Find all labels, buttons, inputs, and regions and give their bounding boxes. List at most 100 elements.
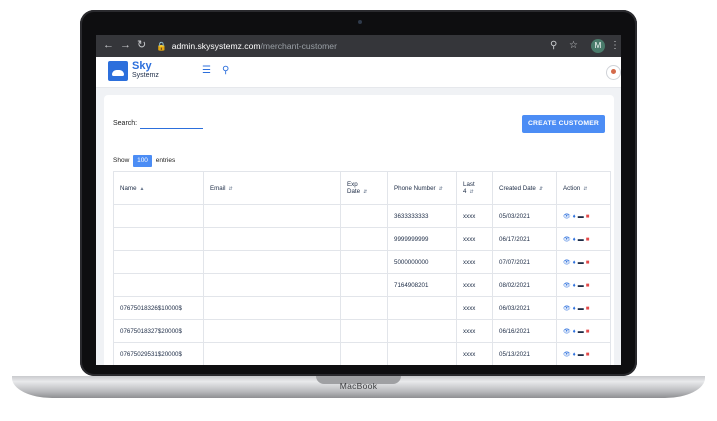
cell-last4: xxxx xyxy=(456,204,493,228)
card-icon[interactable]: ▬ xyxy=(578,260,584,266)
bell-icon[interactable]: ♦ xyxy=(573,260,576,266)
cell-phone: 9999999999 xyxy=(387,227,457,251)
view-eye-icon[interactable]: 👁 xyxy=(563,236,571,243)
url-domain: admin.skysystemz.com xyxy=(171,41,261,51)
search-input[interactable] xyxy=(140,128,203,129)
browser-toolbar: ← → ↻ 🔒 admin.skysystemz.com/merchant-cus… xyxy=(96,35,621,57)
table-row: 07675018326$10000$ xxxx 06/03/2021 👁 ♦ ▬ ■ xyxy=(113,296,611,320)
customers-table: Name ▲ Email ⇵ Exp Date ⇵ Phone Number ⇵ Last… xyxy=(113,171,611,365)
card-icon[interactable]: ▬ xyxy=(578,329,584,335)
back-arrow-icon[interactable]: ← xyxy=(103,39,114,52)
col-action[interactable]: Action ⇵ xyxy=(556,171,611,205)
url-path: /merchant-customer xyxy=(260,41,337,51)
delete-trash-icon[interactable]: ■ xyxy=(586,237,590,243)
cell-actions: 👁 ♦ ▬ ■ xyxy=(556,342,611,365)
delete-trash-icon[interactable]: ■ xyxy=(586,283,590,289)
card-icon[interactable]: ▬ xyxy=(578,237,584,243)
cell-email xyxy=(203,227,341,251)
col-last4[interactable]: Last 4 ⇵ xyxy=(456,171,493,205)
cell-phone xyxy=(387,296,457,320)
camera-icon xyxy=(358,20,362,24)
cell-created-date: 06/03/2021 xyxy=(492,296,557,320)
entries-select[interactable]: 100 xyxy=(133,155,152,167)
col-created-date[interactable]: Created Date ⇵ xyxy=(492,171,557,205)
entries-length-control: Show 100 entries xyxy=(113,155,175,167)
laptop-screen: ← → ↻ 🔒 admin.skysystemz.com/merchant-cus… xyxy=(96,35,621,365)
cell-name: 07675018326$10000$ xyxy=(113,296,204,320)
view-eye-icon[interactable]: 👁 xyxy=(563,351,571,358)
table-header-row: Name ▲ Email ⇵ Exp Date ⇵ Phone Number ⇵ Last… xyxy=(113,171,611,205)
col-phone[interactable]: Phone Number ⇵ xyxy=(387,171,457,205)
col-name[interactable]: Name ▲ xyxy=(113,171,204,205)
cell-phone: 5000000000 xyxy=(387,250,457,274)
sort-icon: ⇵ xyxy=(583,185,588,192)
cell-phone: 7164908201 xyxy=(387,273,457,297)
cell-phone xyxy=(387,319,457,343)
cell-name xyxy=(113,250,204,274)
reload-icon[interactable]: ↻ xyxy=(137,39,146,52)
bell-icon[interactable]: ♦ xyxy=(573,352,576,358)
view-eye-icon[interactable]: 👁 xyxy=(563,328,571,335)
col-exp-date[interactable]: Exp Date ⇵ xyxy=(340,171,388,205)
address-bar[interactable]: 🔒 admin.skysystemz.com/merchant-customer xyxy=(156,38,536,54)
bell-icon[interactable]: ♦ xyxy=(573,214,576,220)
cell-exp-date xyxy=(340,227,388,251)
cell-created-date: 07/07/2021 xyxy=(492,250,557,274)
create-customer-button[interactable]: CREATE CUSTOMER xyxy=(522,115,605,133)
bell-icon[interactable]: ♦ xyxy=(573,283,576,289)
cell-actions: 👁 ♦ ▬ ■ xyxy=(556,319,611,343)
search-icon[interactable]: ⚲ xyxy=(222,65,229,77)
cell-last4: xxxx xyxy=(456,273,493,297)
card-icon[interactable]: ▬ xyxy=(578,306,584,312)
hamburger-menu-icon[interactable]: ☰ xyxy=(202,65,211,77)
bell-icon[interactable]: ♦ xyxy=(573,329,576,335)
cell-actions: 👁 ♦ ▬ ■ xyxy=(556,227,611,251)
delete-trash-icon[interactable]: ■ xyxy=(586,260,590,266)
device-brand-label: MacBook xyxy=(339,381,378,391)
user-avatar[interactable] xyxy=(606,65,621,80)
delete-trash-icon[interactable]: ■ xyxy=(586,329,590,335)
view-eye-icon[interactable]: 👁 xyxy=(563,305,571,312)
delete-trash-icon[interactable]: ■ xyxy=(586,306,590,312)
view-eye-icon[interactable]: 👁 xyxy=(563,282,571,289)
table-row: 5000000000 xxxx 07/07/2021 👁 ♦ ▬ ■ xyxy=(113,250,611,274)
cell-name xyxy=(113,273,204,297)
logo[interactable]: Sky Systemz xyxy=(108,60,168,83)
cell-exp-date xyxy=(340,319,388,343)
forward-arrow-icon[interactable]: → xyxy=(120,39,131,52)
cell-exp-date xyxy=(340,342,388,365)
card-icon[interactable]: ▬ xyxy=(578,283,584,289)
cell-email xyxy=(203,319,341,343)
table-row: 07675029531$20000$ xxxx 05/13/2021 👁 ♦ ▬ ■ xyxy=(113,342,611,365)
sort-icon: ⇵ xyxy=(228,185,233,192)
card-icon[interactable]: ▬ xyxy=(578,214,584,220)
card-icon[interactable]: ▬ xyxy=(578,352,584,358)
view-eye-icon[interactable]: 👁 xyxy=(563,259,571,266)
sort-icon: ⇵ xyxy=(538,185,544,192)
bell-icon[interactable]: ♦ xyxy=(573,306,576,312)
cell-last4: xxxx xyxy=(456,227,493,251)
view-eye-icon[interactable]: 👁 xyxy=(563,213,571,220)
bookmark-star-icon[interactable]: ☆ xyxy=(569,39,578,52)
cell-email xyxy=(203,296,341,320)
col-email[interactable]: Email ⇵ xyxy=(203,171,341,205)
sort-icon: ⇵ xyxy=(469,189,474,195)
sort-icon: ⇵ xyxy=(363,189,368,195)
show-label: Show xyxy=(113,157,130,164)
cell-email xyxy=(203,250,341,274)
zoom-search-icon[interactable]: ⚲ xyxy=(550,39,557,52)
cell-created-date: 06/16/2021 xyxy=(492,319,557,343)
cell-last4: xxxx xyxy=(456,296,493,320)
bell-icon[interactable]: ♦ xyxy=(573,237,576,243)
cell-email xyxy=(203,342,341,365)
entries-label: entries xyxy=(155,157,176,164)
menu-kebab-icon[interactable]: ⋮ xyxy=(610,39,620,52)
cell-last4: xxxx xyxy=(456,342,493,365)
cell-phone xyxy=(387,342,457,365)
cell-name: 07675029531$20000$ xyxy=(113,342,204,365)
cell-actions: 👁 ♦ ▬ ■ xyxy=(556,273,611,297)
delete-trash-icon[interactable]: ■ xyxy=(586,352,590,358)
delete-trash-icon[interactable]: ■ xyxy=(586,214,590,220)
cell-created-date: 08/02/2021 xyxy=(492,273,557,297)
profile-avatar[interactable]: M xyxy=(591,39,605,53)
